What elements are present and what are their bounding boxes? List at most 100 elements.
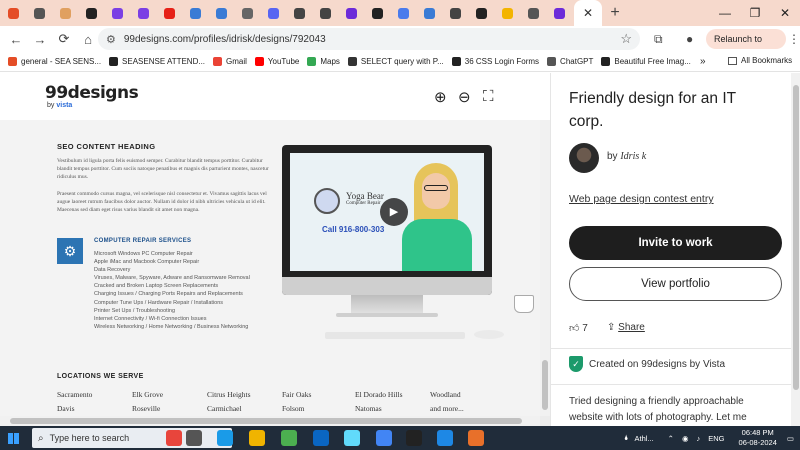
designer-name-link[interactable]: Idris k (620, 151, 646, 162)
close-tab-icon[interactable]: ✕ (583, 6, 593, 20)
search-icon: ⌕ (38, 432, 44, 444)
monitor-chin (282, 277, 492, 295)
zoom-in-icon[interactable]: ⊕ (434, 88, 447, 106)
forward-arrow-icon[interactable]: → (28, 32, 52, 47)
bookmark-item[interactable]: SEASENSE ATTEND... (109, 57, 205, 66)
browser-tab[interactable] (26, 0, 52, 26)
extensions-icon[interactable]: ⧉ (654, 32, 663, 47)
bookmark-favicon-icon (451, 57, 461, 66)
details-scrollbar[interactable] (791, 73, 800, 426)
profile-icon[interactable]: ● (686, 32, 693, 46)
site-info-icon[interactable]: ⚙ (106, 33, 116, 46)
tab-favicon-icon (319, 7, 331, 19)
taskbar-app-icon[interactable] (217, 430, 233, 446)
browser-tab[interactable] (260, 0, 286, 26)
notification-icon[interactable]: ▭ (787, 434, 794, 443)
browser-tab[interactable] (234, 0, 260, 26)
browser-tab[interactable] (52, 0, 78, 26)
minimize-button[interactable]: — (710, 0, 740, 26)
taskbar-search[interactable]: ⌕ Type here to search (32, 428, 232, 448)
browser-tab[interactable] (208, 0, 234, 26)
clock-time: 06:48 PM (741, 428, 774, 437)
bookmark-item[interactable]: Gmail (213, 57, 247, 66)
browser-tab[interactable] (416, 0, 442, 26)
share-button[interactable]: ⇪ Share (607, 322, 645, 333)
taskbar-app-icon[interactable] (406, 430, 422, 446)
browser-tab[interactable] (156, 0, 182, 26)
browser-tab[interactable] (546, 0, 572, 26)
reload-icon[interactable]: ⟳ (52, 31, 76, 47)
avatar[interactable] (569, 143, 599, 173)
bookmark-item[interactable]: general - SEA SENS... (8, 57, 101, 66)
bookmark-item[interactable]: Beautiful Free Imag... (601, 57, 691, 66)
browser-tab[interactable] (104, 0, 130, 26)
bookmark-item[interactable]: ChatGPT (547, 57, 593, 66)
bookmark-item[interactable]: YouTube (254, 57, 299, 66)
all-bookmarks[interactable]: All Bookmarks (728, 56, 792, 65)
language-indicator[interactable]: ENG (708, 434, 724, 443)
browser-tab[interactable] (520, 0, 546, 26)
scroll-thumb[interactable] (542, 360, 548, 410)
browser-tab[interactable] (78, 0, 104, 26)
repair-service-item: Microsoft Windows PC Computer Repair (94, 251, 193, 257)
browser-tab[interactable] (338, 0, 364, 26)
99designs-logo[interactable]: 99designs (45, 83, 139, 103)
bookmark-item[interactable]: 36 CSS Login Forms (451, 57, 539, 66)
repair-services-list: Microsoft Windows PC Computer Repair Appl… (94, 250, 250, 331)
taskbar-app-icon[interactable] (344, 430, 360, 446)
like-button[interactable]: 👍︎ 7 (569, 322, 588, 334)
tray-app-label[interactable]: Athl... (634, 434, 653, 443)
address-bar[interactable]: ⚙ 99designs.com/profiles/idrisk/designs/… (98, 28, 640, 50)
browser-tab[interactable] (494, 0, 520, 26)
zoom-out-icon[interactable]: ⊖ (458, 88, 471, 106)
menu-dots-icon[interactable]: ⋮ (788, 32, 800, 46)
taskbar-app-icon[interactable] (437, 430, 453, 446)
volume-icon[interactable]: ♪ (697, 434, 701, 443)
browser-tab[interactable] (442, 0, 468, 26)
chevron-up-icon[interactable]: ⌃ (668, 434, 674, 443)
fullscreen-icon[interactable]: ⛶ (483, 88, 494, 105)
invite-to-work-button[interactable]: Invite to work (569, 226, 782, 260)
location-item: Fair Oaks (282, 390, 312, 399)
bookmark-favicon-icon (307, 57, 317, 66)
contest-entry-link[interactable]: Web page design contest entry (569, 193, 714, 205)
close-window-button[interactable]: ✕ (770, 0, 800, 26)
tray-app-icon[interactable]: 🌢︎ (624, 433, 629, 443)
play-icon[interactable]: ▶ (380, 198, 408, 226)
start-button[interactable] (0, 426, 26, 450)
clock[interactable]: 06:48 PM 06-08-2024 (739, 428, 777, 448)
taskbar-app-icon[interactable] (281, 430, 297, 446)
all-bookmarks-label: All Bookmarks (741, 56, 793, 65)
taskbar-app-icon[interactable] (166, 430, 182, 446)
home-icon[interactable]: ⌂ (76, 32, 100, 47)
browser-tab[interactable] (0, 0, 26, 26)
scroll-thumb[interactable] (793, 85, 799, 390)
new-tab-button[interactable]: + (604, 4, 626, 22)
horizontal-scrollbar[interactable] (0, 416, 540, 426)
bookmark-star-icon[interactable]: ☆ (620, 31, 632, 47)
taskbar-app-icon[interactable] (313, 430, 329, 446)
taskbar-app-icon[interactable] (468, 430, 484, 446)
taskbar-app-icon[interactable] (186, 430, 202, 446)
browser-tab[interactable] (364, 0, 390, 26)
browser-tab[interactable] (286, 0, 312, 26)
bookmark-item[interactable]: Maps (307, 57, 340, 66)
active-tab[interactable]: ✕ (574, 0, 602, 26)
vertical-scrollbar[interactable] (540, 120, 550, 416)
browser-tab[interactable] (468, 0, 494, 26)
scroll-thumb[interactable] (10, 418, 522, 424)
browser-tab[interactable] (312, 0, 338, 26)
browser-tab[interactable] (130, 0, 156, 26)
network-icon[interactable]: ◉ (682, 434, 689, 443)
browser-tab[interactable] (390, 0, 416, 26)
keyboard-image (325, 332, 465, 339)
bookmark-item[interactable]: SELECT query with P... (347, 57, 444, 66)
relaunch-button[interactable]: Relaunch to update (706, 29, 786, 64)
taskbar-app-icon[interactable] (376, 430, 392, 446)
more-bookmarks-icon[interactable]: » (700, 56, 706, 67)
back-arrow-icon[interactable]: ← (4, 32, 28, 47)
taskbar-app-icon[interactable] (249, 430, 265, 446)
browser-tab[interactable] (182, 0, 208, 26)
view-portfolio-button[interactable]: View portfolio (569, 267, 782, 301)
restore-button[interactable]: ❐ (740, 0, 770, 26)
